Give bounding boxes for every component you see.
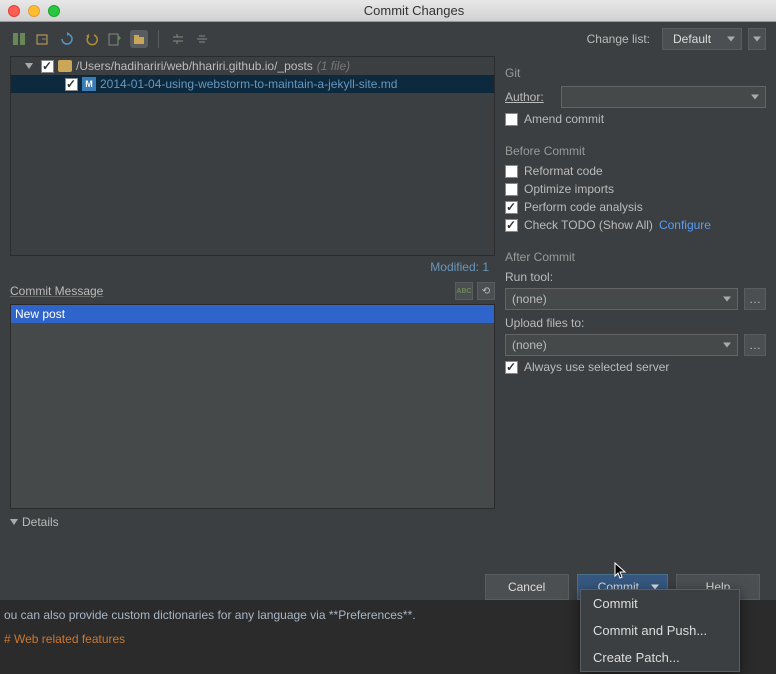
upload-files-browse-button[interactable]: …	[744, 334, 766, 356]
move-to-another-changelist-icon[interactable]	[34, 30, 52, 48]
close-window-button[interactable]	[8, 5, 20, 17]
configure-todo-link[interactable]: Configure	[659, 218, 711, 232]
run-tool-label: Run tool:	[505, 270, 766, 284]
refresh-icon[interactable]	[58, 30, 76, 48]
change-list-label: Change list:	[587, 32, 650, 46]
show-diff-icon[interactable]	[10, 30, 28, 48]
tree-file-row[interactable]: M 2014-01-04-using-webstorm-to-maintain-…	[11, 75, 494, 93]
menu-item-create-patch[interactable]: Create Patch...	[581, 644, 739, 671]
amend-label: Amend commit	[524, 112, 604, 126]
menu-item-commit[interactable]: Commit	[581, 590, 739, 617]
change-list-actions-button[interactable]	[748, 28, 766, 50]
tree-folder-row[interactable]: /Users/hadihariri/web/hhariri.github.io/…	[11, 57, 494, 75]
code-analysis-label: Perform code analysis	[524, 200, 643, 214]
commit-message-history-icon[interactable]: ⟲	[477, 282, 495, 300]
author-dropdown[interactable]	[561, 86, 766, 108]
minimize-window-button[interactable]	[28, 5, 40, 17]
always-use-server-checkbox[interactable]	[505, 361, 518, 374]
collapse-all-icon[interactable]	[193, 30, 211, 48]
commit-message-text: New post	[11, 305, 494, 323]
folder-icon	[58, 60, 72, 72]
commit-message-textarea[interactable]: New post	[10, 304, 495, 509]
menu-item-commit-and-push[interactable]: Commit and Push...	[581, 617, 739, 644]
run-tool-dropdown[interactable]: (none)	[505, 288, 738, 310]
expand-all-icon[interactable]	[169, 30, 187, 48]
changes-tree[interactable]: /Users/hadihariri/web/hhariri.github.io/…	[10, 56, 495, 256]
zoom-window-button[interactable]	[48, 5, 60, 17]
check-todo-checkbox[interactable]	[505, 219, 518, 232]
run-tool-browse-button[interactable]: …	[744, 288, 766, 310]
group-by-directory-icon[interactable]	[130, 30, 148, 48]
before-commit-section-title: Before Commit	[505, 144, 766, 158]
change-list-dropdown[interactable]: Default	[662, 28, 742, 50]
commit-message-label: Commit Message	[10, 284, 451, 298]
titlebar: Commit Changes	[0, 0, 776, 22]
folder-path: /Users/hadihariri/web/hhariri.github.io/…	[76, 59, 313, 73]
folder-hint: (1 file)	[317, 59, 350, 73]
details-toggle[interactable]: Details	[10, 509, 495, 535]
after-commit-section-title: After Commit	[505, 250, 766, 264]
modified-count: Modified: 1	[10, 256, 495, 278]
optimize-imports-checkbox[interactable]	[505, 183, 518, 196]
upload-files-label: Upload files to:	[505, 316, 766, 330]
code-analysis-checkbox[interactable]	[505, 201, 518, 214]
rollback-icon[interactable]	[82, 30, 100, 48]
always-use-server-label: Always use selected server	[524, 360, 669, 374]
amend-checkbox[interactable]	[505, 113, 518, 126]
git-section-title: Git	[505, 66, 766, 80]
reformat-label: Reformat code	[524, 164, 603, 178]
spellcheck-icon[interactable]: ABC	[455, 282, 473, 300]
cancel-button[interactable]: Cancel	[485, 574, 569, 600]
reformat-checkbox[interactable]	[505, 165, 518, 178]
optimize-imports-label: Optimize imports	[524, 182, 614, 196]
file-checkbox[interactable]	[65, 78, 78, 91]
expand-collapse-icon[interactable]	[25, 63, 33, 69]
chevron-down-icon	[10, 519, 18, 525]
upload-files-dropdown[interactable]: (none)	[505, 334, 738, 356]
author-label: Author:	[505, 90, 555, 104]
folder-checkbox[interactable]	[41, 60, 54, 73]
markdown-file-icon: M	[82, 77, 96, 91]
window-title: Commit Changes	[60, 3, 768, 18]
file-name: 2014-01-04-using-webstorm-to-maintain-a-…	[100, 77, 397, 91]
new-changelist-icon[interactable]	[106, 30, 124, 48]
check-todo-label: Check TODO (Show All)	[524, 218, 653, 232]
commit-dropdown-menu: Commit Commit and Push... Create Patch..…	[580, 589, 740, 672]
